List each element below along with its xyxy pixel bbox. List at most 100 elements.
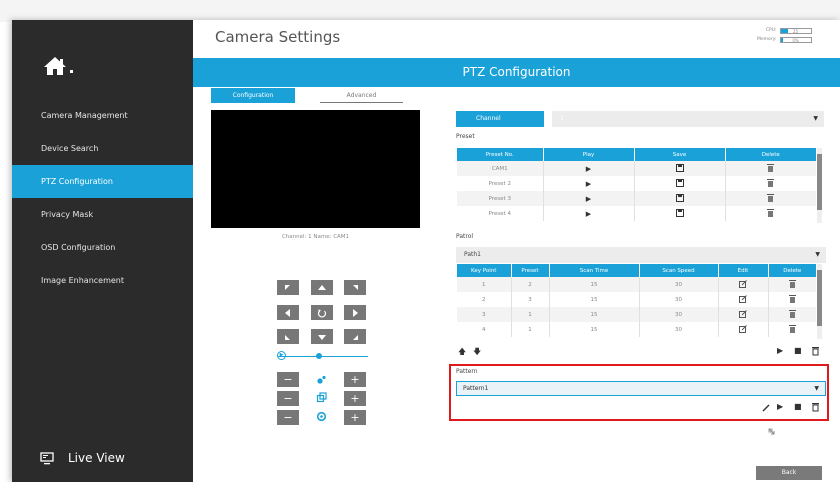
edit-icon[interactable] (718, 292, 769, 307)
patrol-stop-icon[interactable]: ■ (794, 346, 802, 355)
preset-row[interactable]: Preset 3 ▶ (457, 191, 816, 206)
patrol-preset: 1 (511, 307, 550, 322)
speed-slider-handle[interactable] (316, 353, 322, 359)
play-icon[interactable]: ▶ (543, 161, 635, 176)
preset-row[interactable]: CAM1 ▶ (457, 161, 816, 176)
zoom-in-button[interactable]: + (344, 372, 366, 387)
zoom-out-button[interactable]: − (277, 372, 299, 387)
cpu-meter: 25 (779, 27, 812, 34)
pan-down-left-button[interactable] (277, 329, 299, 344)
scan-speed: 30 (639, 277, 719, 292)
delete-icon[interactable] (768, 322, 816, 337)
cpu-label: CPU: (765, 28, 777, 33)
back-button[interactable]: Back (756, 466, 822, 480)
tab-advanced[interactable]: Advanced (320, 88, 403, 103)
zoom-icon (317, 375, 326, 384)
delete-icon[interactable] (725, 161, 816, 176)
save-icon[interactable] (634, 176, 726, 191)
delete-icon[interactable] (725, 191, 816, 206)
focus-near-button[interactable]: − (277, 391, 299, 406)
tab-configuration[interactable]: Configuration (211, 88, 295, 103)
sidebar-item-camera-management[interactable]: Camera Management (12, 99, 193, 132)
preset-col-delete: Delete (725, 148, 816, 161)
speed-slider-track[interactable] (278, 356, 368, 357)
tilt-down-button[interactable] (311, 329, 333, 344)
cpu-value: 25 (792, 28, 799, 34)
sidebar-item-privacy-mask[interactable]: Privacy Mask (12, 198, 193, 231)
preset-row[interactable]: Preset 4 ▶ (457, 206, 816, 221)
move-up-icon[interactable]: 🡅 (458, 346, 466, 360)
delete-icon[interactable] (725, 206, 816, 221)
patrol-row[interactable]: 1 2 15 30 (457, 277, 816, 292)
patrol-col-edit: Edit (718, 264, 769, 277)
patrol-play-icon[interactable]: ▶ (777, 346, 783, 355)
delete-icon[interactable] (768, 307, 816, 322)
patrol-row[interactable]: 3 1 15 30 (457, 307, 816, 322)
home-icon[interactable] (42, 56, 68, 76)
pan-right-button[interactable] (344, 305, 366, 320)
tilt-up-button[interactable] (311, 280, 333, 295)
iris-open-button[interactable]: + (344, 410, 366, 425)
patrol-row[interactable]: 2 3 15 30 (457, 292, 816, 307)
rotate-icon (317, 309, 327, 317)
move-down-icon[interactable]: 🡇 (473, 346, 481, 360)
preset-scrollbar[interactable] (817, 148, 822, 223)
patrol-table: Key Point Preset Scan Time Scan Speed Ed… (457, 264, 816, 337)
pan-left-button[interactable] (277, 305, 299, 320)
patrol-delete-icon[interactable] (811, 346, 820, 356)
sidebar-item-image-enhancement[interactable]: Image Enhancement (12, 264, 193, 297)
home-dot (70, 70, 73, 73)
pan-down-right-button[interactable] (344, 329, 366, 344)
pattern-play-icon[interactable]: ▶ (777, 402, 783, 411)
sidebar-item-osd-configuration[interactable]: OSD Configuration (12, 231, 193, 264)
scan-time: 15 (549, 292, 640, 307)
channel-value: 1 (560, 115, 564, 122)
delete-icon[interactable] (725, 176, 816, 191)
patrol-scrollbar[interactable] (817, 264, 822, 339)
edit-icon[interactable] (718, 322, 769, 337)
save-icon[interactable] (634, 206, 726, 221)
memory-label: Memory: (757, 37, 777, 42)
top-strip (0, 0, 840, 22)
sidebar-item-ptz-configuration[interactable]: PTZ Configuration (12, 165, 193, 198)
memory-value: 0% (792, 37, 799, 43)
channel-select[interactable]: 1 ▼ (552, 111, 824, 127)
focus-far-button[interactable]: + (344, 391, 366, 406)
arrow-up-left-icon (285, 284, 290, 290)
patrol-col-delete: Delete (768, 264, 816, 277)
save-icon[interactable] (634, 161, 726, 176)
live-view-button[interactable]: Live View (40, 451, 125, 465)
pan-up-left-button[interactable] (277, 280, 299, 295)
pan-up-right-button[interactable] (344, 280, 366, 295)
play-icon[interactable]: ▶ (543, 176, 635, 191)
sidebar-item-device-search[interactable]: Device Search (12, 132, 193, 165)
delete-icon[interactable] (768, 277, 816, 292)
patrol-scrollbar-thumb[interactable] (817, 270, 822, 326)
patrol-preset: 2 (511, 277, 550, 292)
play-icon[interactable]: ▶ (543, 191, 635, 206)
save-icon[interactable] (634, 191, 726, 206)
pattern-delete-icon[interactable] (811, 402, 820, 412)
iris-close-button[interactable]: − (277, 410, 299, 425)
play-icon[interactable]: ▶ (543, 206, 635, 221)
pattern-edit-icon[interactable] (762, 403, 771, 412)
patrol-select[interactable]: Path1 ▼ (456, 247, 826, 263)
auto-scan-button[interactable] (311, 305, 333, 320)
cpu-meter-fill (780, 28, 788, 33)
preset-row[interactable]: Preset 2 ▶ (457, 176, 816, 191)
arrow-down-icon (318, 334, 326, 340)
delete-icon[interactable] (768, 292, 816, 307)
key-point: 4 (457, 322, 512, 337)
arrow-right-icon (353, 308, 358, 317)
key-point: 2 (457, 292, 512, 307)
patrol-label: Patrol (456, 233, 474, 240)
pattern-select[interactable]: Pattern1 ▼ (456, 381, 826, 396)
preset-scrollbar-thumb[interactable] (817, 154, 822, 210)
edit-icon[interactable] (718, 277, 769, 292)
preset-label: Preset (456, 133, 475, 140)
pattern-stop-icon[interactable]: ■ (794, 402, 802, 411)
patrol-col-time: Scan Time (549, 264, 640, 277)
patrol-row[interactable]: 4 1 15 30 (457, 322, 816, 337)
video-preview (211, 110, 420, 228)
edit-icon[interactable] (718, 307, 769, 322)
